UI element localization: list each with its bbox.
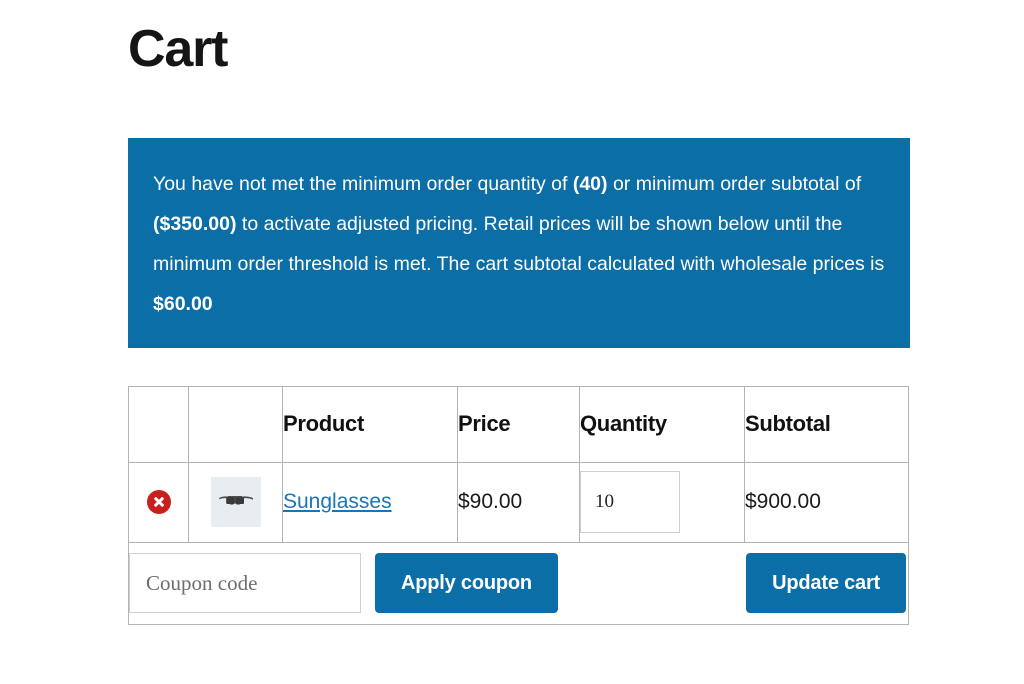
- column-header-price: Price: [457, 385, 580, 463]
- cart-actions-row: Apply coupon Update cart: [128, 541, 909, 625]
- column-header-quantity: Quantity: [579, 385, 745, 463]
- notice-text-3: to activate adjusted pricing. Retail pri…: [153, 212, 885, 275]
- notice-text-2: or minimum order subtotal of: [607, 172, 862, 195]
- page-title: Cart: [128, 20, 228, 78]
- product-thumbnail-cell: [188, 461, 283, 543]
- remove-item-cell: [128, 461, 189, 543]
- table-header-row: Product Price Quantity Subtotal: [128, 385, 909, 463]
- product-subtotal-cell: $900.00: [744, 461, 909, 543]
- product-quantity-cell: [579, 461, 745, 543]
- cart-table: Product Price Quantity Subtotal Sunglass…: [128, 385, 909, 625]
- column-header-subtotal: Subtotal: [744, 385, 909, 463]
- sunglasses-thumbnail[interactable]: [210, 477, 261, 528]
- notice-min-subtotal: ($350.00): [153, 212, 237, 235]
- product-name-cell: Sunglasses: [282, 461, 458, 543]
- column-header-remove: [128, 385, 189, 463]
- product-price-cell: $90.00: [457, 461, 580, 543]
- cart-actions-cell: Apply coupon Update cart: [128, 541, 909, 625]
- sunglasses-icon: [218, 496, 253, 505]
- cart-page: Cart You have not met the minimum order …: [128, 0, 910, 625]
- update-cart-button[interactable]: Update cart: [746, 553, 906, 614]
- cart-table-header: Product Price Quantity Subtotal: [128, 385, 909, 463]
- remove-circle-x-icon[interactable]: [146, 490, 171, 515]
- apply-coupon-button[interactable]: Apply coupon: [375, 553, 558, 614]
- notice-text-1: You have not met the minimum order quant…: [153, 172, 573, 195]
- coupon-code-input[interactable]: [129, 553, 361, 614]
- product-link[interactable]: Sunglasses: [283, 490, 392, 513]
- column-header-thumbnail: [188, 385, 283, 463]
- minimum-order-notice: You have not met the minimum order quant…: [128, 137, 910, 348]
- notice-wholesale-subtotal: $60.00: [153, 292, 213, 315]
- quantity-input[interactable]: [580, 471, 680, 534]
- table-row: Sunglasses $90.00 $900.00: [128, 461, 909, 543]
- column-header-product: Product: [282, 385, 458, 463]
- notice-min-quantity: (40): [572, 172, 608, 195]
